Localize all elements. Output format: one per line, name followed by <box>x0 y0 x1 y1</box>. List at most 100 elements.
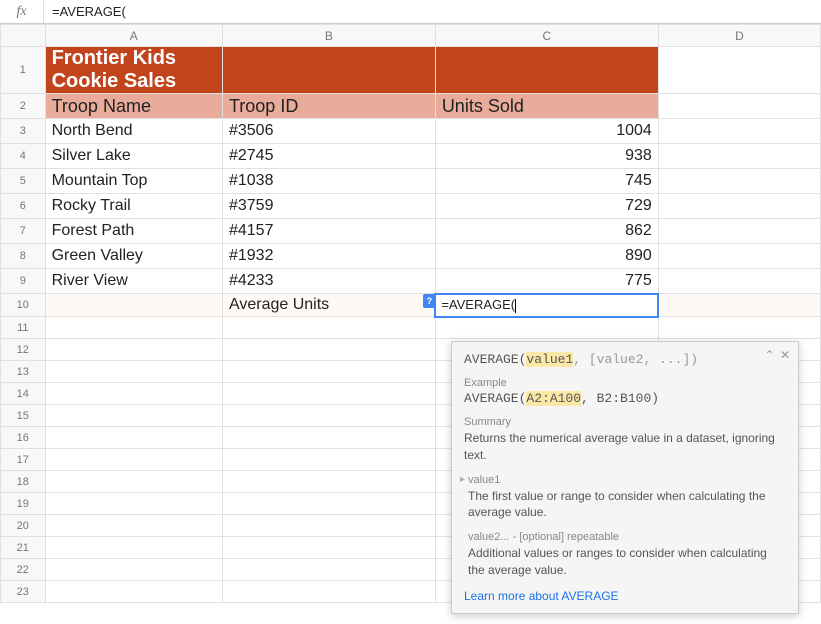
row-header[interactable]: 15 <box>1 405 46 427</box>
cell[interactable] <box>45 383 222 405</box>
row-header[interactable]: 3 <box>1 119 46 144</box>
cell[interactable] <box>435 317 658 339</box>
cell[interactable] <box>222 581 435 603</box>
cell[interactable] <box>45 581 222 603</box>
cell[interactable] <box>658 219 820 244</box>
cell[interactable]: Rocky Trail <box>45 194 222 219</box>
row-header[interactable]: 1 <box>1 47 46 94</box>
cell[interactable] <box>222 515 435 537</box>
cell[interactable] <box>658 119 820 144</box>
cell[interactable] <box>658 244 820 269</box>
cell[interactable] <box>222 317 435 339</box>
col-header-d[interactable]: D <box>658 25 820 47</box>
cell[interactable] <box>658 317 820 339</box>
cell[interactable] <box>222 537 435 559</box>
formula-input[interactable]: =AVERAGE( <box>44 0 821 23</box>
cell[interactable]: 862 <box>435 219 658 244</box>
cell[interactable] <box>222 449 435 471</box>
cell[interactable]: 890 <box>435 244 658 269</box>
cell[interactable] <box>45 559 222 581</box>
learn-more-link[interactable]: Learn more about AVERAGE <box>464 589 786 603</box>
cell[interactable] <box>222 405 435 427</box>
cell[interactable]: 775 <box>435 269 658 294</box>
row-header[interactable]: 14 <box>1 383 46 405</box>
cell[interactable]: Silver Lake <box>45 144 222 169</box>
cell[interactable] <box>658 294 820 317</box>
row-header[interactable]: 12 <box>1 339 46 361</box>
cell[interactable]: North Bend <box>45 119 222 144</box>
cell[interactable]: Mountain Top <box>45 169 222 194</box>
cell[interactable] <box>222 427 435 449</box>
fx-icon[interactable]: fx <box>0 0 44 23</box>
title-cell[interactable]: Frontier Kids Cookie Sales <box>45 47 222 94</box>
cell[interactable]: 938 <box>435 144 658 169</box>
row-header[interactable]: 20 <box>1 515 46 537</box>
summary-label-cell[interactable]: Average Units <box>222 294 435 317</box>
cell[interactable]: #1038 <box>222 169 435 194</box>
cell[interactable] <box>222 361 435 383</box>
header-cell[interactable]: Troop ID <box>222 94 435 119</box>
cell[interactable] <box>658 144 820 169</box>
cell[interactable] <box>658 194 820 219</box>
cell[interactable] <box>222 471 435 493</box>
cell[interactable]: #4233 <box>222 269 435 294</box>
select-all-corner[interactable] <box>1 25 46 47</box>
cell[interactable] <box>222 383 435 405</box>
cell[interactable] <box>435 47 658 94</box>
cell[interactable] <box>658 47 820 94</box>
cell[interactable]: #3759 <box>222 194 435 219</box>
cell[interactable]: Forest Path <box>45 219 222 244</box>
cell[interactable] <box>222 559 435 581</box>
header-cell[interactable]: Units Sold <box>435 94 658 119</box>
cell[interactable]: #1932 <box>222 244 435 269</box>
row-header[interactable]: 13 <box>1 361 46 383</box>
cell[interactable] <box>222 47 435 94</box>
row-header[interactable]: 23 <box>1 581 46 603</box>
row-header[interactable]: 4 <box>1 144 46 169</box>
cell[interactable] <box>45 537 222 559</box>
row-header[interactable]: 16 <box>1 427 46 449</box>
col-header-b[interactable]: B <box>222 25 435 47</box>
cell[interactable] <box>45 317 222 339</box>
formula-help-badge[interactable]: ? <box>423 294 435 308</box>
cell[interactable]: River View <box>45 269 222 294</box>
row-header[interactable]: 18 <box>1 471 46 493</box>
cell[interactable] <box>45 361 222 383</box>
cell[interactable] <box>45 493 222 515</box>
cell[interactable]: #3506 <box>222 119 435 144</box>
col-header-c[interactable]: C <box>435 25 658 47</box>
row-header[interactable]: 9 <box>1 269 46 294</box>
row-header[interactable]: 10 <box>1 294 46 317</box>
cell[interactable]: Green Valley <box>45 244 222 269</box>
cell[interactable] <box>45 339 222 361</box>
active-cell[interactable]: ? =AVERAGE( <box>435 294 658 317</box>
row-header[interactable]: 7 <box>1 219 46 244</box>
cell[interactable] <box>45 405 222 427</box>
header-cell[interactable]: Troop Name <box>45 94 222 119</box>
row-header[interactable]: 19 <box>1 493 46 515</box>
cell[interactable] <box>658 94 820 119</box>
col-header-a[interactable]: A <box>45 25 222 47</box>
cell[interactable] <box>45 471 222 493</box>
row-header[interactable]: 22 <box>1 559 46 581</box>
cell[interactable]: #4157 <box>222 219 435 244</box>
row-header[interactable]: 6 <box>1 194 46 219</box>
cell[interactable] <box>222 339 435 361</box>
cell[interactable]: 745 <box>435 169 658 194</box>
row-header[interactable]: 11 <box>1 317 46 339</box>
row-header[interactable]: 2 <box>1 94 46 119</box>
cell[interactable] <box>658 169 820 194</box>
row-header[interactable]: 5 <box>1 169 46 194</box>
row-header[interactable]: 8 <box>1 244 46 269</box>
cell[interactable] <box>45 427 222 449</box>
cell[interactable] <box>45 294 222 317</box>
cell[interactable]: 1004 <box>435 119 658 144</box>
close-icon[interactable]: ✕ <box>780 348 790 362</box>
cell[interactable] <box>658 269 820 294</box>
cell[interactable] <box>45 449 222 471</box>
cell[interactable] <box>45 515 222 537</box>
cell[interactable]: #2745 <box>222 144 435 169</box>
cell[interactable] <box>222 493 435 515</box>
row-header[interactable]: 17 <box>1 449 46 471</box>
row-header[interactable]: 21 <box>1 537 46 559</box>
